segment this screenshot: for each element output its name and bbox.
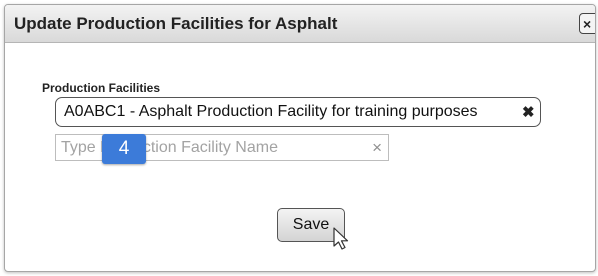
selected-facilities-field[interactable]: A0ABC1 - Asphalt Production Facility for… <box>55 97 541 127</box>
step-number-badge: 4 <box>102 134 146 164</box>
mouse-pointer-icon <box>333 227 349 250</box>
update-facilities-dialog: Update Production Facilities for Asphalt… <box>4 4 596 272</box>
dialog-titlebar[interactable]: Update Production Facilities for Asphalt… <box>5 5 595 43</box>
selected-facility-token: A0ABC1 - Asphalt Production Facility for… <box>64 103 478 120</box>
close-icon[interactable]: × <box>579 13 595 34</box>
production-facilities-label: Production Facilities <box>42 81 161 95</box>
remove-token-icon[interactable]: ✖ <box>522 103 535 121</box>
clear-icon[interactable]: × <box>372 138 382 158</box>
dialog-title: Update Production Facilities for Asphalt <box>14 14 338 33</box>
